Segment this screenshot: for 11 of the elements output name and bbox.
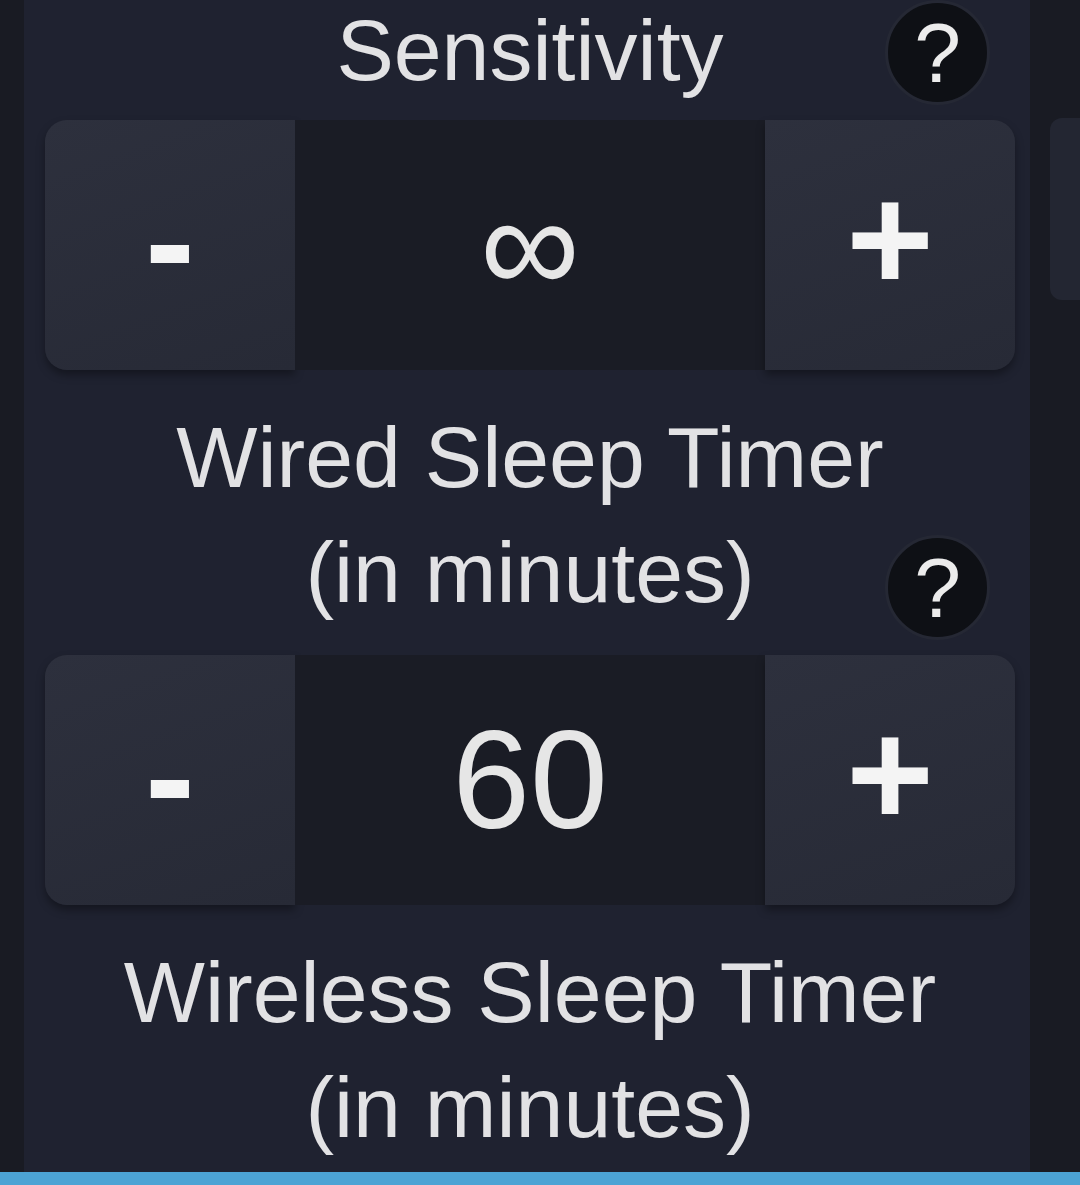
decrement-button[interactable]: - bbox=[45, 120, 295, 370]
help-button[interactable]: ? bbox=[885, 0, 990, 105]
setting-label: Wired Sleep Timer (in minutes) bbox=[176, 408, 884, 622]
increment-button[interactable]: + bbox=[765, 655, 1015, 905]
setting-label: Wireless Sleep Timer (in minutes) bbox=[123, 943, 937, 1157]
decrement-button[interactable]: - bbox=[45, 655, 295, 905]
setting-label: Sensitivity bbox=[336, 1, 724, 100]
stepper-value: 60 bbox=[295, 655, 765, 905]
help-button[interactable]: ? bbox=[885, 535, 990, 640]
increment-button[interactable]: + bbox=[765, 120, 1015, 370]
stepper-value: ∞ bbox=[295, 120, 765, 370]
